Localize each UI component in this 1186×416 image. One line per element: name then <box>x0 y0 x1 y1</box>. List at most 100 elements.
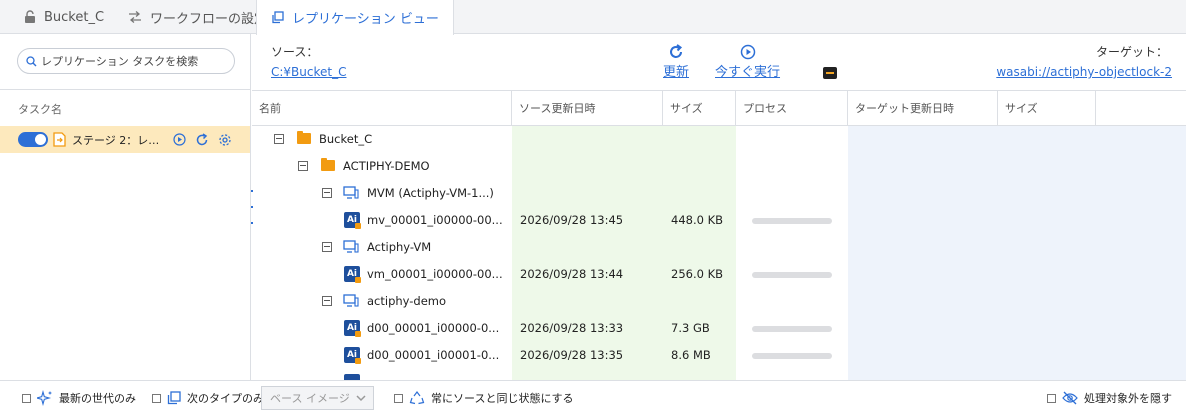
search-icon <box>26 55 37 66</box>
source-path-link[interactable]: C:¥Bucket_C <box>271 65 346 79</box>
collapse-icon[interactable] <box>298 161 308 171</box>
progress-bar <box>752 272 832 278</box>
replication-file-icon <box>53 132 66 147</box>
col-name[interactable]: 名前 <box>252 91 512 126</box>
aws-badge-icon <box>823 67 837 79</box>
image-type-value: ベース イメージ <box>270 392 350 405</box>
sync-source-label: 常にソースと同じ状態にする <box>431 392 574 405</box>
refresh-button[interactable]: 更新 <box>663 44 689 80</box>
virtual-machine-icon <box>343 240 359 253</box>
tree-row[interactable]: Ai mv_00001_i00000-00... 2026/09/28 13:4… <box>252 207 1186 234</box>
divider <box>0 89 251 90</box>
chevron-down-icon <box>356 395 366 402</box>
tree-row[interactable]: Actiphy-VM <box>252 234 1186 261</box>
play-circle-icon <box>740 44 755 60</box>
recycle-icon <box>409 390 425 404</box>
task-label: ステージ 2：レプリケーション <box>72 133 168 147</box>
copy-icon <box>272 11 284 24</box>
virtual-machine-icon <box>343 186 359 199</box>
sparkle-icon <box>37 390 52 406</box>
latest-generation-label: 最新の世代のみ <box>59 392 136 405</box>
next-type-label: 次のタイプのみ <box>187 392 264 405</box>
row-name: vm_00001_i00000-00... <box>367 267 503 281</box>
table-header: 名前 ソース更新日時 サイズ プロセス ターゲット更新日時 サイズ <box>252 90 1186 126</box>
next-type-checkbox[interactable] <box>152 393 161 403</box>
eye-slash-icon <box>1062 391 1078 405</box>
tab-bucket[interactable]: Bucket_C <box>10 0 118 34</box>
row-name: mv_00001_i00000-00... <box>367 213 503 227</box>
collapse-icon[interactable] <box>322 242 332 252</box>
col-process[interactable]: プロセス <box>736 91 848 126</box>
tree-row[interactable]: Bucket_C <box>252 126 1186 153</box>
hide-excluded-checkbox[interactable] <box>1047 393 1056 403</box>
col-target-modified[interactable]: ターゲット更新日時 <box>848 91 998 126</box>
hide-excluded-option[interactable]: 処理対象外を隠す <box>1047 390 1172 406</box>
row-name: actiphy-demo <box>367 294 447 308</box>
bottom-toolbar: 最新の世代のみ 次のタイプのみ ベース イメージ 常にソースと同じ状態にする 処… <box>0 380 1186 416</box>
source-size: 448.0 KB <box>671 213 724 227</box>
settings-gear-icon[interactable] <box>218 133 232 147</box>
col-source-size[interactable]: サイズ <box>663 91 736 126</box>
source-size: 8.6 MB <box>671 348 711 362</box>
refresh-label: 更新 <box>663 65 690 80</box>
refresh-icon <box>670 44 683 58</box>
backup-image-icon: Ai <box>344 347 361 364</box>
tree-row[interactable]: Ai d00_00001_i00000-0... 2026/09/28 13:3… <box>252 315 1186 342</box>
task-panel: タスク名 ステージ 2：レプリケーション <box>0 34 251 380</box>
task-row[interactable]: ステージ 2：レプリケーション <box>0 126 250 153</box>
folder-icon <box>321 158 335 171</box>
col-target-size[interactable]: サイズ <box>998 91 1096 126</box>
lock-icon <box>25 10 35 23</box>
row-name: MVM (Actiphy-VM-1...) <box>367 186 494 200</box>
backup-image-icon: Ai <box>344 320 361 337</box>
tree-row[interactable]: Ai d00_00001_i00001-0... 2026/09/28 13:3… <box>252 342 1186 369</box>
tree-row[interactable]: actiphy-demo <box>252 288 1186 315</box>
collapse-icon[interactable] <box>274 134 284 144</box>
run-now-label: 今すぐ実行 <box>715 65 781 80</box>
replication-header: ソース： C:¥Bucket_C 更新 今すぐ実行 ターゲット： wasabi:… <box>252 34 1186 90</box>
next-type-option[interactable]: 次のタイプのみ <box>152 390 264 406</box>
source-modified: 2026/09/28 13:44 <box>520 267 624 281</box>
tab-label: レプリケーション ビュー <box>292 12 439 27</box>
row-name: d00_00001_i00000-0... <box>367 321 500 335</box>
sync-source-checkbox[interactable] <box>394 393 403 403</box>
source-modified: 2026/09/28 13:45 <box>520 213 624 227</box>
collapse-icon[interactable] <box>322 188 332 198</box>
tree-row-partial <box>252 369 1186 380</box>
backup-image-icon: Ai <box>344 266 361 283</box>
task-search[interactable] <box>17 48 235 74</box>
source-modified: 2026/09/28 13:35 <box>520 348 624 362</box>
folder-icon <box>297 131 311 144</box>
source-modified: 2026/09/28 13:33 <box>520 321 624 335</box>
backup-image-icon: Ai <box>344 212 361 229</box>
source-size: 7.3 GB <box>671 321 710 335</box>
refresh-icon[interactable] <box>195 132 209 147</box>
row-name: Actiphy-VM <box>367 240 432 254</box>
row-name: Bucket_C <box>319 132 373 146</box>
copy-icon <box>167 391 181 405</box>
tab-replication-view[interactable]: レプリケーション ビュー <box>256 0 454 35</box>
tab-bar: Bucket_C ワークフローの設定 レプリケーション ビュー <box>0 0 1186 35</box>
run-now-button[interactable]: 今すぐ実行 <box>715 44 780 80</box>
tree-row[interactable]: ACTIPHY-DEMO <box>252 153 1186 180</box>
task-enable-toggle[interactable] <box>18 132 48 147</box>
col-source-modified[interactable]: ソース更新日時 <box>512 91 663 126</box>
collapse-icon[interactable] <box>322 296 332 306</box>
target-path-link[interactable]: wasabi://actiphy-objectlock-2 <box>996 65 1172 79</box>
tree-row[interactable]: MVM (Actiphy-VM-1...) <box>252 180 1186 207</box>
run-icon[interactable] <box>173 133 186 146</box>
search-input[interactable] <box>41 54 221 68</box>
hide-excluded-label: 処理対象外を隠す <box>1084 392 1172 405</box>
tab-label: ワークフローの設定 <box>150 11 268 27</box>
progress-bar <box>752 326 832 332</box>
latest-generation-checkbox[interactable] <box>22 393 31 403</box>
latest-generation-option[interactable]: 最新の世代のみ <box>22 390 136 406</box>
image-type-select[interactable]: ベース イメージ <box>261 386 374 410</box>
sync-arrows-icon <box>129 11 141 23</box>
sync-source-option[interactable]: 常にソースと同じ状態にする <box>394 390 574 406</box>
virtual-machine-icon <box>343 294 359 307</box>
source-label: ソース： <box>271 45 319 59</box>
row-name: d00_00001_i00001-0... <box>367 348 500 362</box>
progress-bar <box>752 218 832 224</box>
tree-row[interactable]: Ai vm_00001_i00000-00... 2026/09/28 13:4… <box>252 261 1186 288</box>
